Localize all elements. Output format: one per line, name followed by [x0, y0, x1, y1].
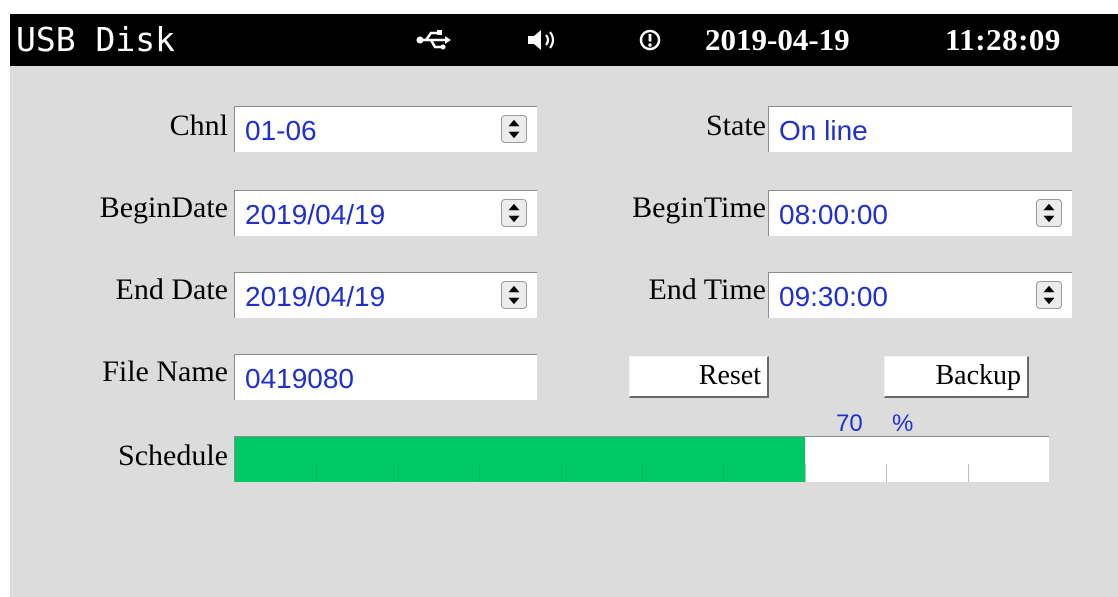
progress-tick: [316, 464, 317, 482]
chnl-value: 01-06: [245, 115, 317, 146]
end-time-label: End Time: [648, 273, 766, 306]
state-value: On line: [779, 115, 868, 146]
speaker-icon: [528, 30, 555, 50]
end-date-field[interactable]: 2019/04/19: [234, 272, 537, 318]
progress-percent: 70 %: [836, 410, 913, 438]
file-name-label: File Name: [102, 355, 228, 388]
progress-tick: [642, 464, 643, 482]
begin-date-label: BeginDate: [99, 191, 228, 224]
begin-time-value: 08:00:00: [779, 199, 888, 230]
top-bar: USB Disk 2019-04-19 11:28:09: [10, 14, 1118, 66]
file-name-value: 0419080: [245, 363, 355, 394]
end-time-field[interactable]: 09:30:00: [768, 272, 1072, 318]
end-time-spinner[interactable]: [1036, 281, 1062, 309]
begin-date-spinner[interactable]: [501, 199, 527, 227]
progress-fill: [235, 437, 805, 482]
begin-time-field[interactable]: 08:00:00: [768, 190, 1072, 236]
alert-icon: [639, 29, 661, 51]
end-date-label: End Date: [115, 273, 228, 306]
chnl-spinner[interactable]: [501, 115, 527, 143]
progress-percent-value: 70: [836, 410, 863, 437]
usb-icon: [416, 30, 451, 50]
begin-date-field[interactable]: 2019/04/19: [234, 190, 537, 236]
chnl-label: Chnl: [169, 109, 228, 142]
schedule-label: Schedule: [118, 439, 228, 472]
progress-tick: [479, 464, 480, 482]
reset-button[interactable]: Reset: [629, 356, 769, 398]
file-name-field[interactable]: 0419080: [234, 354, 537, 400]
begin-date-value: 2019/04/19: [245, 199, 386, 230]
progress-tick: [968, 464, 969, 482]
progress-tick: [398, 464, 399, 482]
begin-time-label: BeginTime: [632, 191, 766, 224]
progress-bar: [234, 436, 1049, 482]
state-field: On line: [768, 106, 1072, 152]
progress-percent-sign: %: [892, 410, 914, 437]
progress-tick: [561, 464, 562, 482]
end-date-value: 2019/04/19: [245, 281, 386, 312]
begin-time-spinner[interactable]: [1036, 199, 1062, 227]
progress-tick: [886, 464, 887, 482]
end-date-spinner[interactable]: [501, 281, 527, 309]
header-time: 11:28:09: [945, 22, 1061, 57]
state-label: State: [706, 109, 766, 142]
usb-disk-screen: USB Disk 2019-04-19 11:28:09 Chnl 01-06: [10, 14, 1118, 597]
chnl-field[interactable]: 01-06: [234, 106, 537, 152]
progress-tick: [805, 464, 806, 482]
screen-title: USB Disk: [16, 20, 175, 59]
progress-tick: [723, 464, 724, 482]
end-time-value: 09:30:00: [779, 281, 888, 312]
header-date: 2019-04-19: [705, 22, 850, 57]
backup-button[interactable]: Backup: [884, 356, 1029, 398]
